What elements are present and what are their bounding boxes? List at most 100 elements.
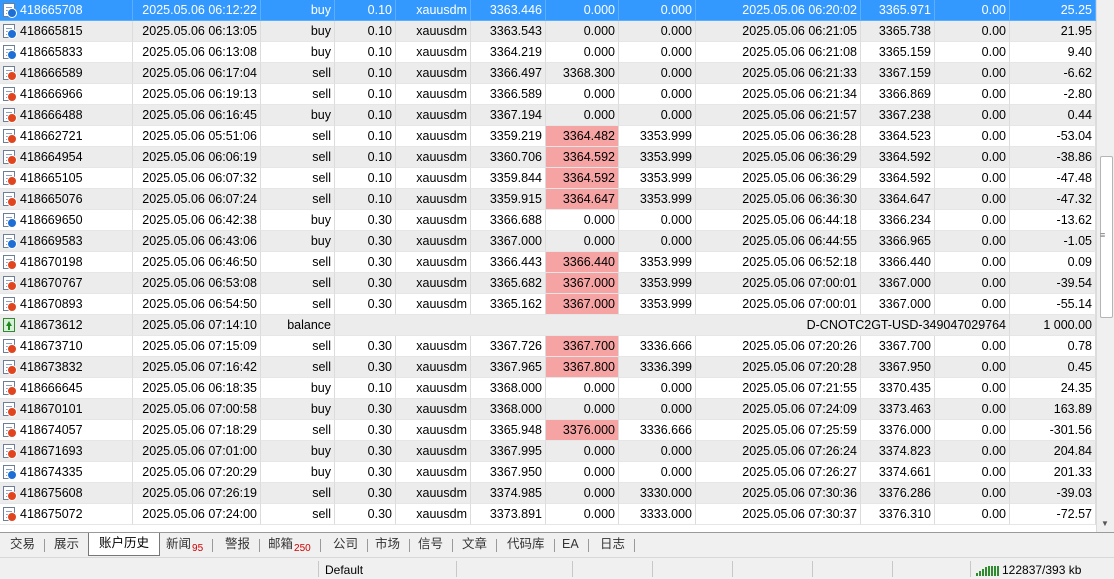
type-cell: buy (261, 105, 335, 126)
tab-3[interactable]: 新闻95 (156, 534, 214, 555)
take-profit-cell: 0.000 (619, 378, 696, 399)
comment-cell: D-CNOTC2GT-USD-349047029764 (335, 315, 1010, 336)
volume-cell: 0.30 (335, 420, 396, 441)
tab-5[interactable]: 邮箱250 (258, 534, 321, 555)
open-time-cell: 2025.05.06 07:20:29 (133, 462, 261, 483)
close-price-cell: 3365.738 (861, 21, 935, 42)
history-row[interactable]: 418662721 2025.05.06 05:51:06 sell 0.10 xauu… (0, 126, 1096, 147)
open-price-cell: 3359.844 (471, 168, 546, 189)
history-row[interactable]: 418665833 2025.05.06 06:13:08 buy 0.10 xauus… (0, 42, 1096, 63)
ticket-cell: 418669583 (0, 231, 133, 252)
open-price-cell: 3367.950 (471, 462, 546, 483)
tab-10[interactable]: 代码库 (497, 534, 555, 555)
history-row[interactable]: 418666488 2025.05.06 06:16:45 buy 0.10 xauus… (0, 105, 1096, 126)
profit-cell: -47.32 (1010, 189, 1096, 210)
scroll-down-arrow-icon[interactable]: ▼ (1101, 519, 1109, 528)
ticket-text: 418671693 (20, 444, 83, 458)
close-price-cell: 3364.647 (861, 189, 935, 210)
tab-12[interactable]: 日志 (590, 534, 636, 555)
ticket-text: 418675072 (20, 507, 83, 521)
tab-4[interactable]: 警报 (215, 534, 261, 555)
history-row[interactable]: 418665815 2025.05.06 06:13:05 buy 0.10 xauus… (0, 21, 1096, 42)
history-row[interactable]: 418675608 2025.05.06 07:26:19 sell 0.30 xauu… (0, 483, 1096, 504)
tab-label: 交易 (10, 537, 36, 551)
tab-2[interactable]: 账户历史 (88, 533, 161, 556)
history-row[interactable]: 418670767 2025.05.06 06:53:08 sell 0.30 xauu… (0, 273, 1096, 294)
ticket-text: 418670101 (20, 402, 83, 416)
swap-cell: 0.00 (935, 210, 1010, 231)
history-row[interactable]: 418670198 2025.05.06 06:46:50 sell 0.30 xauu… (0, 252, 1096, 273)
open-time-cell: 2025.05.06 06:13:05 (133, 21, 261, 42)
ticket-text: 418665105 (20, 171, 83, 185)
profit-cell: 21.95 (1010, 21, 1096, 42)
close-time-cell: 2025.05.06 07:20:26 (696, 336, 861, 357)
open-time-cell: 2025.05.06 06:19:13 (133, 84, 261, 105)
ticket-cell: 418669650 (0, 210, 133, 231)
volume-cell: 0.30 (335, 231, 396, 252)
tab-9[interactable]: 文章 (452, 534, 498, 555)
history-row[interactable]: 418673612 2025.05.06 07:14:10 balance D-CNO… (0, 315, 1096, 336)
type-cell: sell (261, 147, 335, 168)
history-row[interactable]: 418670893 2025.05.06 06:54:50 sell 0.30 xauu… (0, 294, 1096, 315)
history-row[interactable]: 418665105 2025.05.06 06:07:32 sell 0.10 xauu… (0, 168, 1096, 189)
open-price-cell: 3364.219 (471, 42, 546, 63)
tab-11[interactable]: EA (552, 534, 589, 555)
stop-loss-cell: 3364.482 (546, 126, 619, 147)
scrollbar-grip-icon: ≡ (1100, 230, 1106, 240)
type-cell: buy (261, 441, 335, 462)
close-price-cell: 3364.523 (861, 126, 935, 147)
stop-loss-cell: 3366.440 (546, 252, 619, 273)
tab-1[interactable]: 展示 (44, 534, 90, 555)
symbol-cell: xauusdm (396, 273, 471, 294)
tab-8[interactable]: 信号 (408, 534, 454, 555)
vertical-scrollbar[interactable]: ≡ ▼ (1096, 0, 1114, 532)
tab-label: 公司 (333, 537, 359, 551)
open-price-cell: 3366.443 (471, 252, 546, 273)
history-row[interactable]: 418664954 2025.05.06 06:06:19 sell 0.10 xauu… (0, 147, 1096, 168)
ticket-cell: 418662721 (0, 126, 133, 147)
open-time-cell: 2025.05.06 05:51:06 (133, 126, 261, 147)
history-row[interactable]: 418665708 2025.05.06 06:12:22 buy 0.10 xauus… (0, 0, 1096, 21)
type-cell: sell (261, 63, 335, 84)
history-row[interactable]: 418674057 2025.05.06 07:18:29 sell 0.30 xauu… (0, 420, 1096, 441)
tab-label: 代码库 (507, 537, 545, 551)
account-history-table: 418665708 2025.05.06 06:12:22 buy 0.10 xauus… (0, 0, 1096, 532)
buy-deal-icon (3, 24, 17, 39)
close-price-cell: 3376.310 (861, 504, 935, 525)
history-row[interactable]: 418674335 2025.05.06 07:20:29 buy 0.30 xauus… (0, 462, 1096, 483)
tab-0[interactable]: 交易 (0, 534, 46, 555)
history-row[interactable]: 418666645 2025.05.06 06:18:35 buy 0.10 xauus… (0, 378, 1096, 399)
history-row[interactable]: 418666589 2025.05.06 06:17:04 sell 0.10 xauu… (0, 63, 1096, 84)
history-row[interactable]: 418671693 2025.05.06 07:01:00 buy 0.30 xauus… (0, 441, 1096, 462)
history-row[interactable]: 418675072 2025.05.06 07:24:00 sell 0.30 xauu… (0, 504, 1096, 525)
type-cell: sell (261, 357, 335, 378)
history-row[interactable]: 418666966 2025.05.06 06:19:13 sell 0.10 xauu… (0, 84, 1096, 105)
history-row[interactable]: 418669650 2025.05.06 06:42:38 buy 0.30 xauus… (0, 210, 1096, 231)
history-row[interactable]: 418669583 2025.05.06 06:43:06 buy 0.30 xauus… (0, 231, 1096, 252)
sell-deal-icon (3, 66, 17, 81)
status-divider (732, 561, 733, 577)
tab-7[interactable]: 市场 (365, 534, 411, 555)
type-cell: buy (261, 21, 335, 42)
history-row[interactable]: 418665076 2025.05.06 06:07:24 sell 0.10 xauu… (0, 189, 1096, 210)
close-time-cell: 2025.05.06 06:44:55 (696, 231, 861, 252)
close-price-cell: 3367.000 (861, 294, 935, 315)
type-cell: sell (261, 273, 335, 294)
stop-loss-cell: 0.000 (546, 0, 619, 21)
symbol-cell: xauusdm (396, 378, 471, 399)
symbol-cell: xauusdm (396, 420, 471, 441)
volume-cell: 0.30 (335, 462, 396, 483)
profit-cell: -2.80 (1010, 84, 1096, 105)
history-row[interactable]: 418670101 2025.05.06 07:00:58 buy 0.30 xauus… (0, 399, 1096, 420)
history-row[interactable]: 418673710 2025.05.06 07:15:09 sell 0.30 xauu… (0, 336, 1096, 357)
history-row[interactable]: 418673832 2025.05.06 07:16:42 sell 0.30 xauu… (0, 357, 1096, 378)
open-time-cell: 2025.05.06 07:01:00 (133, 441, 261, 462)
close-time-cell: 2025.05.06 06:36:29 (696, 168, 861, 189)
ticket-text: 418669650 (20, 213, 83, 227)
swap-cell: 0.00 (935, 378, 1010, 399)
symbol-cell: xauusdm (396, 21, 471, 42)
tab-6[interactable]: 公司 (323, 534, 369, 555)
profit-cell: 163.89 (1010, 399, 1096, 420)
swap-cell: 0.00 (935, 357, 1010, 378)
sell-deal-icon (3, 423, 17, 438)
